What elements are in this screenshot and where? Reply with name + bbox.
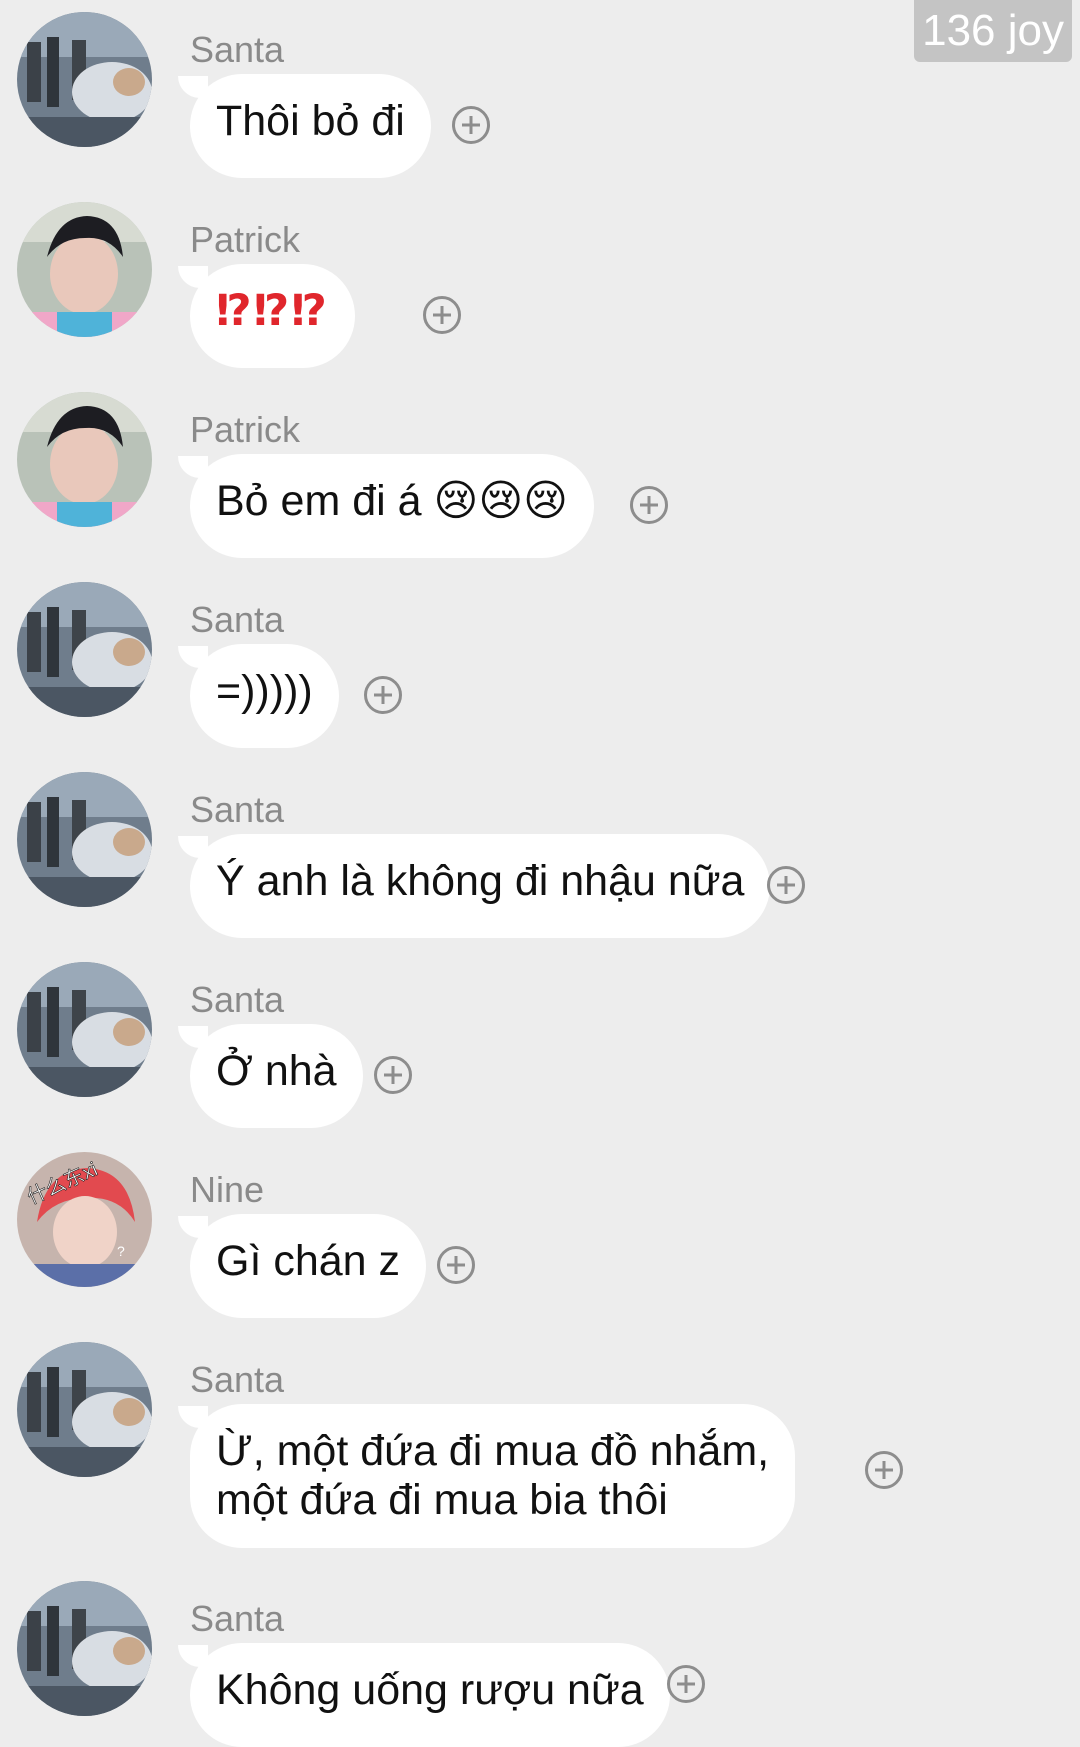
santa-avatar[interactable] [17,582,152,717]
add-reaction-icon[interactable] [374,1056,412,1094]
message-text: Thôi bỏ đi [216,97,405,145]
add-reaction-icon[interactable] [452,106,490,144]
santa-avatar[interactable] [17,12,152,147]
svg-text:?: ? [117,1243,125,1259]
sender-name: Santa [190,789,285,830]
watermark-label: 136 joy [914,0,1072,62]
santa-avatar[interactable] [17,1342,152,1477]
add-reaction-icon[interactable] [667,1665,705,1703]
message-bubble[interactable]: Bỏ em đi á 😢😢😢 [178,454,594,558]
sender-name: Santa [190,1598,285,1639]
message-text: Ở nhà [216,1047,337,1095]
message-text: Gì chán z [216,1237,401,1285]
sender-name: Nine [190,1169,265,1210]
santa-avatar[interactable] [17,1581,152,1716]
sender-name: Santa [190,979,285,1020]
message-text: =))))) [216,667,313,715]
message-text: Không uống rượu nữa [216,1666,644,1714]
add-reaction-icon[interactable] [437,1246,475,1284]
message-bubble[interactable]: Ừ, một đứa đi mua đồ nhắm, một đứa đi mu… [177,1404,796,1548]
add-reaction-icon[interactable] [767,866,805,904]
patrick-avatar[interactable] [17,202,152,337]
chat-message-list[interactable]: Santa Thôi bỏ đi Patrick ⁉⁉⁉ Patrick Bỏ … [0,0,1080,1747]
message-bubble[interactable]: ⁉⁉⁉ [178,264,355,368]
message-text: Ừ, một đứa đi mua đồ nhắm, một đứa đi mu… [216,1427,770,1524]
add-reaction-icon[interactable] [865,1451,903,1489]
message-bubble[interactable]: =))))) [178,644,339,748]
message-bubble[interactable]: Ở nhà [178,1024,363,1128]
add-reaction-icon[interactable] [423,296,461,334]
message-text: Bỏ em đi á 😢😢😢 [216,477,568,525]
message-text: Ý anh là không đi nhậu nữa [216,857,745,905]
sender-name: Santa [190,29,285,70]
add-reaction-icon[interactable] [364,676,402,714]
sender-name: Patrick [190,409,301,450]
message-bubble[interactable]: Không uống rượu nữa [178,1643,670,1747]
patrick-avatar[interactable] [17,392,152,527]
message-bubble[interactable]: Ý anh là không đi nhậu nữa [177,834,771,938]
message-text: ⁉⁉⁉ [216,287,329,335]
santa-avatar[interactable] [17,962,152,1097]
santa-avatar[interactable] [17,772,152,907]
message-bubble[interactable]: Gì chán z [177,1214,427,1318]
sender-name: Santa [190,599,285,640]
nine-avatar[interactable]: 什么东xi ? [17,1152,152,1287]
add-reaction-icon[interactable] [630,486,668,524]
message-bubble[interactable]: Thôi bỏ đi [178,74,431,178]
sender-name: Santa [190,1359,285,1400]
sender-name: Patrick [190,219,301,260]
